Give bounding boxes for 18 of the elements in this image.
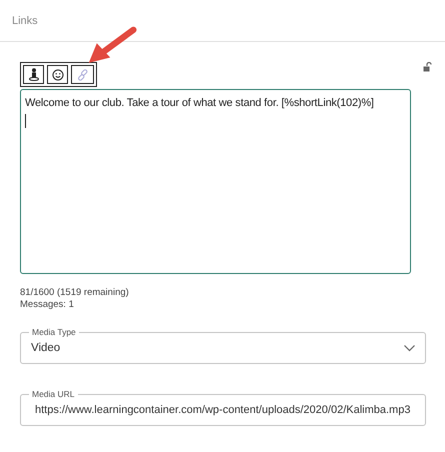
media-type-label: Media Type: [29, 327, 79, 337]
message-text: Welcome to our club. Take a tour of what we stand for. [%shortLink(102)%]: [25, 96, 375, 110]
unlock-icon[interactable]: [423, 62, 433, 72]
person-button[interactable]: [23, 65, 44, 84]
media-url-value: https://www.learningcontainer.com/wp-content/uploads/2020/02/Kalimba.mp3: [34, 404, 410, 416]
chevron-down-icon: [404, 344, 415, 352]
character-counter: 81/1600 (1519 remaining): [20, 287, 130, 299]
person-icon: [28, 68, 38, 81]
emoji-button[interactable]: [47, 65, 68, 84]
header-title: Links: [12, 14, 38, 26]
text-cursor: [25, 114, 26, 128]
media-url-label: Media URL: [29, 389, 78, 399]
message-textarea[interactable]: Welcome to our club. Take a tour of what we stand for. [%shortLink(102)%]: [20, 89, 411, 274]
smiley-icon: [52, 68, 64, 80]
annotation-arrow: [87, 25, 137, 65]
messages-count: Messages: 1: [20, 299, 75, 311]
link-icon: [76, 68, 88, 80]
media-type-value: Video: [31, 342, 60, 354]
